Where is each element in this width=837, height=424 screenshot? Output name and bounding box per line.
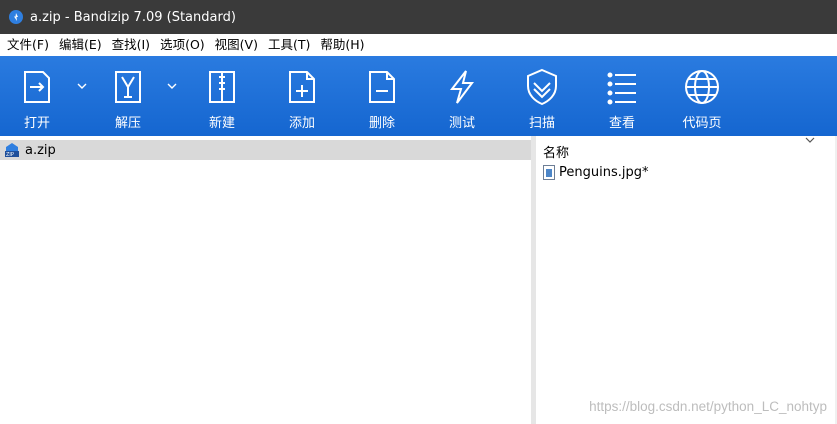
add-button[interactable]: 添加: [267, 56, 337, 136]
tree-item-label: a.zip: [25, 142, 56, 158]
menu-options[interactable]: 选项(O): [155, 34, 210, 56]
list-view-icon: [607, 72, 636, 105]
menu-bar: 文件(F) 编辑(E) 查找(I) 选项(O) 视图(V) 工具(T) 帮助(H…: [0, 34, 837, 56]
sort-chevron-down-icon[interactable]: [805, 136, 815, 144]
codepage-button[interactable]: 代码页: [667, 56, 737, 136]
view-label: 查看: [608, 116, 635, 131]
view-button[interactable]: 查看: [587, 56, 657, 136]
codepage-label: 代码页: [682, 116, 722, 131]
svg-text:ZIP: ZIP: [6, 152, 14, 158]
delete-label: 删除: [368, 116, 395, 131]
extract-button[interactable]: 解压: [93, 56, 163, 136]
scan-button[interactable]: 扫描: [507, 56, 577, 136]
toolbar: 打开 解压 新建 添加 删除 测试 扫描 查看 代码页: [0, 56, 837, 136]
window-title: a.zip - Bandizip 7.09 (Standard): [30, 9, 236, 25]
menu-file[interactable]: 文件(F): [2, 34, 54, 56]
menu-edit[interactable]: 编辑(E): [54, 34, 107, 56]
image-file-icon: [543, 165, 555, 180]
test-label: 测试: [448, 116, 475, 131]
menu-tools[interactable]: 工具(T): [263, 34, 315, 56]
open-icon: [24, 71, 50, 103]
bandizip-app-icon[interactable]: [9, 10, 23, 24]
extract-icon: [115, 71, 141, 103]
column-header-name[interactable]: 名称: [543, 142, 569, 161]
new-archive-icon: [209, 71, 235, 103]
watermark-text: https://blog.csdn.net/python_LC_nohtyp: [589, 399, 827, 414]
open-button[interactable]: 打开: [2, 56, 72, 136]
new-archive-button[interactable]: 新建: [187, 56, 257, 136]
add-file-icon: [289, 71, 315, 103]
file-list-pane[interactable]: 名称 Penguins.jpg*: [536, 136, 837, 424]
delete-file-icon: [369, 71, 395, 103]
open-label: 打开: [23, 116, 50, 131]
menu-help[interactable]: 帮助(H): [315, 34, 369, 56]
file-name: Penguins.jpg*: [559, 165, 649, 180]
open-dropdown-arrow-icon[interactable]: [76, 81, 88, 91]
extract-label: 解压: [114, 116, 141, 131]
lightning-icon: [449, 70, 474, 104]
scan-label: 扫描: [528, 116, 555, 131]
title-bar: a.zip - Bandizip 7.09 (Standard): [0, 0, 837, 34]
new-label: 新建: [208, 116, 235, 131]
extract-dropdown-arrow-icon[interactable]: [166, 81, 178, 91]
menu-view[interactable]: 视图(V): [210, 34, 263, 56]
globe-icon: [685, 70, 719, 104]
menu-find[interactable]: 查找(I): [107, 34, 155, 56]
add-label: 添加: [288, 116, 315, 131]
folder-tree-pane[interactable]: ZIP a.zip: [0, 136, 531, 424]
file-list-item[interactable]: Penguins.jpg*: [543, 165, 648, 180]
test-button[interactable]: 测试: [427, 56, 497, 136]
zip-archive-icon: ZIP: [4, 142, 20, 158]
delete-button[interactable]: 删除: [347, 56, 417, 136]
shield-icon: [527, 68, 557, 106]
tree-item-archive-root[interactable]: ZIP a.zip: [0, 140, 531, 160]
